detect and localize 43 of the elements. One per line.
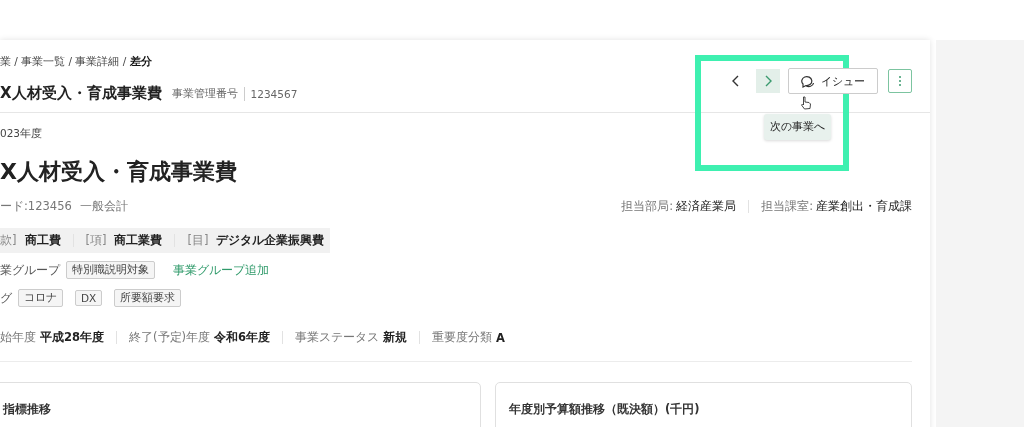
- account-type: 一般会計: [79, 199, 128, 214]
- breadcrumb: 業 / 事業一覧 / 事業詳細 / 差分: [0, 55, 153, 69]
- hand-cursor-icon: [800, 96, 812, 110]
- budget-value: 商工費: [24, 233, 61, 248]
- info-label: 重要度分類: [432, 330, 492, 345]
- department-label: 担当課室:: [761, 199, 813, 214]
- info-label: 始年度: [0, 330, 36, 345]
- chevron-left-icon: [731, 75, 741, 87]
- more-button[interactable]: [888, 69, 912, 93]
- info-label: 終了(予定)年度: [129, 330, 210, 345]
- chevron-right-icon: [763, 75, 773, 87]
- department-value: 産業創出・育成課: [816, 199, 912, 214]
- next-button[interactable]: [756, 69, 780, 93]
- issue-button[interactable]: イシュー: [788, 68, 878, 94]
- group-tag: 特別職説明対象: [66, 261, 155, 279]
- chat-icon: [801, 74, 815, 88]
- info-value: 新規: [383, 330, 407, 345]
- budget-label: [項]: [85, 233, 107, 248]
- info-value: A: [496, 330, 505, 345]
- page-title: X人材受入・育成事業費: [0, 84, 162, 103]
- info-value: 令和6年度: [214, 330, 270, 345]
- tag: コロナ: [18, 289, 63, 307]
- department-label: 担当部局:: [621, 199, 674, 214]
- id-label: 事業管理番号: [171, 86, 245, 101]
- budget-label: 款]: [0, 233, 17, 248]
- project-title: X人材受入・育成事業費: [0, 158, 238, 186]
- tag: 所要額要求: [114, 289, 182, 307]
- card-title: 年度別予算額推移（既決額）(千円): [509, 402, 700, 416]
- tag: DX: [75, 290, 103, 306]
- id-value: 1234567: [250, 87, 298, 100]
- tag-label: グ: [0, 290, 12, 306]
- card-title: 指標推移: [3, 402, 51, 416]
- group-label: 業グループ: [0, 262, 60, 278]
- info-value: 平成28年度: [40, 330, 104, 345]
- budget-label: [目]: [187, 233, 209, 248]
- project-code: ード:123456: [0, 199, 72, 214]
- info-label: 事業ステータス: [295, 330, 379, 345]
- department-value: 経済産業局: [676, 199, 737, 214]
- budget-value: 商工業費: [114, 233, 163, 248]
- more-icon: [898, 75, 902, 87]
- tooltip: 次の事業へ: [764, 114, 831, 140]
- budget-value: デジタル企業振興費: [216, 233, 325, 248]
- add-group-link[interactable]: 事業グループ追加: [173, 262, 269, 278]
